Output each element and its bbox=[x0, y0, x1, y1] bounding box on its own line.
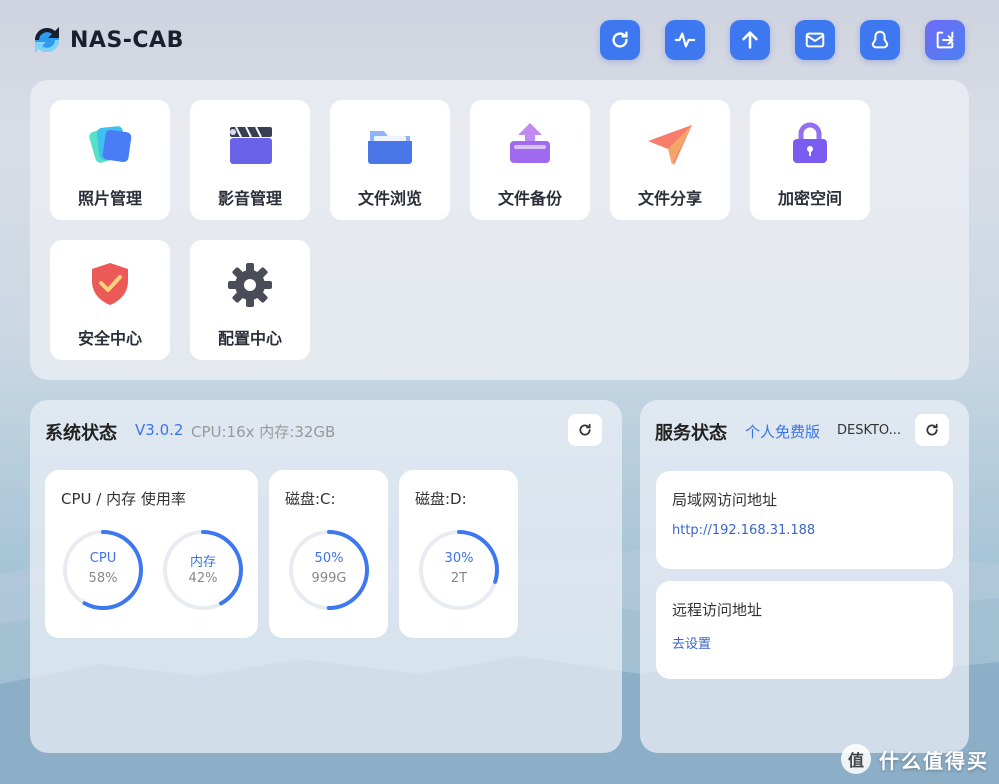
app-security[interactable]: 安全中心 bbox=[50, 240, 170, 360]
disk-c-card: 磁盘:C: 50% 999G bbox=[269, 470, 388, 638]
photos-icon bbox=[89, 126, 132, 163]
service-status-title: 服务状态 bbox=[655, 423, 727, 444]
refresh-button[interactable] bbox=[600, 20, 640, 60]
app-label: 安全中心 bbox=[77, 329, 142, 348]
disk-d-card: 磁盘:D: 30% 2T bbox=[399, 470, 518, 638]
app-label: 文件备份 bbox=[497, 189, 562, 208]
app-logo[interactable]: NAS-CAB bbox=[30, 24, 184, 56]
disk-c-gauge: 50% 999G bbox=[287, 528, 371, 612]
app-backup[interactable]: 文件备份 bbox=[470, 100, 590, 220]
card-title: 远程访问地址 bbox=[672, 601, 763, 619]
folder-icon bbox=[368, 131, 412, 164]
backup-icon bbox=[510, 123, 550, 163]
logout-icon bbox=[936, 31, 954, 49]
app-settings[interactable]: 配置中心 bbox=[190, 240, 310, 360]
activity-icon bbox=[674, 32, 696, 48]
video-icon bbox=[230, 126, 272, 164]
refresh-icon bbox=[612, 31, 628, 48]
mail-icon bbox=[805, 32, 825, 48]
user-icon bbox=[871, 30, 889, 49]
activity-button[interactable] bbox=[665, 20, 705, 60]
app-label: 影音管理 bbox=[217, 189, 282, 208]
lan-address-card: 局域网访问地址 http://192.168.31.188 bbox=[656, 471, 953, 569]
device-name: DESKTO... bbox=[837, 423, 902, 438]
disk-d-gauge: 30% 2T bbox=[417, 528, 501, 612]
cpu-memory-card: CPU / 内存 使用率 CPU 58% 内存 42% bbox=[45, 470, 258, 638]
gauge-label: CPU bbox=[89, 551, 117, 566]
app-video[interactable]: 影音管理 bbox=[190, 100, 310, 220]
top-toolbar bbox=[600, 20, 965, 60]
system-refresh-button[interactable] bbox=[568, 414, 602, 446]
app-label: 文件分享 bbox=[637, 189, 702, 208]
app-files[interactable]: 文件浏览 bbox=[330, 100, 450, 220]
app-photos[interactable]: 照片管理 bbox=[50, 100, 170, 220]
share-icon bbox=[648, 125, 692, 165]
logo-text: NAS-CAB bbox=[70, 27, 184, 53]
card-title: 磁盘:D: bbox=[415, 490, 467, 508]
edition-label: 个人免费版 bbox=[745, 423, 821, 441]
gauge-value: 42% bbox=[188, 571, 218, 586]
logout-button[interactable] bbox=[925, 20, 965, 60]
lock-icon bbox=[793, 122, 827, 163]
gauge-label: 内存 bbox=[189, 555, 216, 570]
gauge-value: 999G bbox=[311, 571, 347, 586]
app-label: 照片管理 bbox=[77, 189, 142, 208]
system-status-title: 系统状态 bbox=[45, 423, 117, 444]
gauge-label: 30% bbox=[444, 551, 474, 566]
refresh-icon bbox=[926, 423, 938, 436]
watermark-logo: 值 bbox=[841, 744, 871, 774]
memory-gauge: 内存 42% bbox=[161, 528, 245, 612]
service-refresh-button[interactable] bbox=[915, 414, 949, 446]
service-status-panel: 服务状态 个人免费版 DESKTO... 局域网访问地址 http://192.… bbox=[640, 400, 969, 753]
watermark: 值 什么值得买 bbox=[841, 744, 989, 774]
app-label: 配置中心 bbox=[217, 329, 282, 348]
shield-icon bbox=[92, 263, 128, 305]
card-title: 局域网访问地址 bbox=[672, 491, 778, 509]
app-share[interactable]: 文件分享 bbox=[610, 100, 730, 220]
app-label: 加密空间 bbox=[777, 189, 842, 208]
app-encrypted[interactable]: 加密空间 bbox=[750, 100, 870, 220]
gauge-label: 50% bbox=[314, 551, 344, 566]
gauge-value: 58% bbox=[88, 571, 118, 586]
user-button[interactable] bbox=[860, 20, 900, 60]
apps-panel: 照片管理 影音管理 文件浏览 文件备份 文件分享 加密空间 安全中心 配置中心 bbox=[30, 80, 969, 380]
mail-button[interactable] bbox=[795, 20, 835, 60]
upload-icon bbox=[742, 31, 758, 49]
card-title: 磁盘:C: bbox=[285, 490, 336, 508]
lan-address-link[interactable]: http://192.168.31.188 bbox=[672, 523, 815, 538]
system-status-panel: 系统状态 V3.0.2 CPU:16x 内存:32GB CPU / 内存 使用率… bbox=[30, 400, 622, 753]
card-title: CPU / 内存 使用率 bbox=[61, 490, 186, 508]
watermark-text: 什么值得买 bbox=[879, 748, 989, 773]
logo-mark-icon bbox=[34, 27, 60, 53]
version-label: V3.0.2 bbox=[135, 421, 184, 439]
remote-setup-link[interactable]: 去设置 bbox=[672, 633, 711, 652]
refresh-icon bbox=[579, 423, 591, 436]
remote-address-card: 远程访问地址 去设置 bbox=[656, 581, 953, 679]
upload-button[interactable] bbox=[730, 20, 770, 60]
gear-icon bbox=[228, 263, 272, 307]
app-label: 文件浏览 bbox=[357, 189, 422, 208]
cpu-gauge: CPU 58% bbox=[61, 528, 145, 612]
system-specs: CPU:16x 内存:32GB bbox=[191, 423, 336, 441]
gauge-value: 2T bbox=[450, 571, 468, 586]
